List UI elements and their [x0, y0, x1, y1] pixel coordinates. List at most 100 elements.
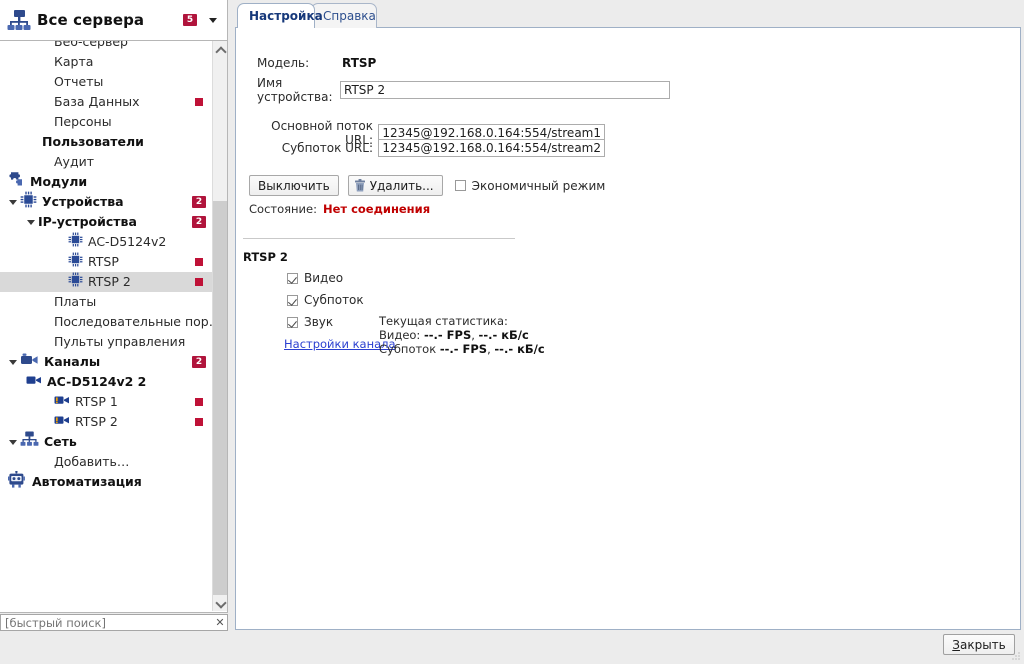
sub-stream-input[interactable]	[378, 139, 605, 157]
tree-item-сеть[interactable]: Сеть	[0, 431, 212, 453]
status-indicator	[195, 278, 203, 286]
device-name-label: Имя устройства:	[257, 76, 333, 104]
count-badge: 2	[192, 356, 206, 368]
count-badge: 2	[192, 196, 206, 208]
tree-item-аудит[interactable]: Аудит	[0, 152, 212, 172]
search-input[interactable]	[1, 615, 213, 630]
checkbox-box	[287, 294, 298, 306]
no-chevron	[42, 77, 52, 87]
tree-item-label: Отчеты	[54, 74, 104, 89]
close-button[interactable]: Закрыть	[943, 634, 1015, 655]
tree-scroll-area: Веб-сервер Карта Отчеты База Данных Персоны П…	[0, 41, 212, 611]
scroll-down-button[interactable]	[213, 595, 227, 611]
tree-item-автоматизация[interactable]: Автоматизация	[0, 470, 212, 492]
stats-video-prefix: Видео:	[379, 328, 424, 342]
no-chevron	[42, 97, 52, 107]
substream-checkbox[interactable]: Субпоток	[287, 293, 364, 307]
tree-item-добавить[interactable]: Добавить…	[0, 452, 212, 472]
chevron-down-icon[interactable]	[26, 217, 36, 227]
tree-item-база-данных[interactable]: База Данных	[0, 92, 212, 112]
delete-button[interactable]: Удалить...	[347, 175, 443, 196]
video-checkbox[interactable]: Видео	[287, 271, 343, 285]
no-chevron	[42, 417, 52, 427]
tree-item-устройства[interactable]: Устройства 2	[0, 191, 212, 212]
tree-item-label: База Данных	[54, 94, 140, 109]
chevron-down-icon[interactable]	[209, 17, 217, 23]
tree-item-label: Последовательные пор…	[54, 314, 212, 329]
tree-item-платы[interactable]: Платы	[0, 292, 212, 312]
audio-checkbox[interactable]: Звук	[287, 315, 333, 329]
left-pane: Все сервера 5 Веб-сервер Карта Отчеты База …	[0, 0, 230, 662]
tree-item-отчеты[interactable]: Отчеты	[0, 72, 212, 92]
tree-item-label: Платы	[54, 294, 97, 309]
tree-item-модули[interactable]: Модули	[0, 172, 212, 192]
cam-warn-icon	[54, 392, 70, 412]
no-chevron	[42, 457, 52, 467]
stats-sub-rate: --.- кБ/с	[494, 342, 545, 356]
no-chevron	[42, 337, 52, 347]
tree-item-label: AC-D5124v2	[88, 234, 167, 249]
channel-title: RTSP 2	[243, 250, 288, 264]
tree-item-label: Каналы	[44, 354, 101, 369]
status-indicator	[195, 98, 203, 106]
tree-item-ac-d5124v2-2[interactable]: AC-D5124v2 2	[0, 372, 212, 392]
server-count-badge: 5	[183, 14, 197, 26]
tree-item-label: Устройства	[42, 194, 124, 209]
video-label: Видео	[304, 271, 344, 285]
tree-item-rtsp-2[interactable]: RTSP 2	[0, 272, 212, 292]
eco-mode-checkbox[interactable]: Экономичный режим	[454, 179, 605, 193]
scroll-up-button[interactable]	[213, 41, 227, 57]
tree-item-rtsp-2[interactable]: RTSP 2	[0, 412, 212, 432]
chip-small-icon	[68, 252, 83, 273]
tree-item-ac-d5124v2[interactable]: AC-D5124v2	[0, 232, 212, 252]
tree-item-пользователи[interactable]: Пользователи	[0, 132, 212, 152]
no-chevron	[42, 317, 52, 327]
tab-settings[interactable]: Настройка	[237, 3, 323, 28]
camera-icon	[20, 352, 39, 373]
tree-item-ip-устройства[interactable]: IP-устройства 2	[0, 212, 212, 232]
chip-small-icon	[68, 272, 83, 293]
delete-button-label: Удалить...	[369, 178, 434, 193]
tree-item-персоны[interactable]: Персоны	[0, 112, 212, 132]
substream-label: Субпоток	[304, 293, 364, 307]
tree-item-label: RTSP	[88, 254, 119, 269]
quick-search[interactable]: ✕	[0, 614, 228, 631]
model-value: RTSP	[342, 56, 377, 70]
tree-item-rtsp[interactable]: RTSP	[0, 252, 212, 272]
resize-grip[interactable]	[1011, 650, 1021, 660]
tree-item-label: Карта	[54, 54, 94, 69]
stats-video-fps: --.- FPS	[423, 328, 472, 342]
tree-item-каналы[interactable]: Каналы 2	[0, 352, 212, 372]
tree-scrollbar[interactable]	[212, 41, 227, 611]
tree-item-карта[interactable]: Карта	[0, 52, 212, 72]
action-buttons-row: Выключить Удалить... Экономичный режим	[249, 175, 605, 196]
tree-title: Все сервера	[37, 11, 145, 29]
tree-item-label: Аудит	[54, 154, 94, 169]
disable-button[interactable]: Выключить	[249, 175, 339, 196]
tree-item-веб-сервер[interactable]: Веб-сервер	[0, 41, 212, 52]
checkbox-box	[287, 316, 298, 328]
tree-header[interactable]: Все сервера 5	[0, 0, 228, 41]
tree-item-пульты-управления[interactable]: Пульты управления	[0, 332, 212, 352]
no-chevron	[42, 57, 52, 67]
chevron-down-icon[interactable]	[8, 437, 18, 447]
stats-video: Видео: --.- FPS, --.- кБ/с	[379, 328, 529, 342]
tree-item-label: Модули	[30, 174, 88, 189]
stats-video-rate: --.- кБ/с	[478, 328, 529, 342]
sub-stream-row: Субпоток URL:	[262, 139, 605, 157]
network-icon	[6, 8, 32, 32]
tab-strip: Настройка Справка	[235, 2, 1021, 28]
sub-stream-label: Субпоток URL:	[281, 141, 373, 155]
state-row: Состояние: Нет соединения	[249, 202, 430, 216]
device-name-input[interactable]	[340, 81, 670, 99]
chevron-down-icon[interactable]	[8, 197, 18, 207]
scrollbar-thumb[interactable]	[213, 201, 227, 606]
section-divider	[243, 238, 515, 239]
tree-item-последовательные-пор[interactable]: Последовательные пор…	[0, 312, 212, 332]
tree-item-label: RTSP 2	[88, 274, 131, 289]
chevron-down-icon[interactable]	[8, 357, 18, 367]
tree-item-rtsp-1[interactable]: RTSP 1	[0, 392, 212, 412]
close-icon[interactable]: ✕	[213, 616, 227, 629]
network-icon	[20, 431, 39, 453]
close-button-mnemonic: З	[952, 637, 960, 652]
